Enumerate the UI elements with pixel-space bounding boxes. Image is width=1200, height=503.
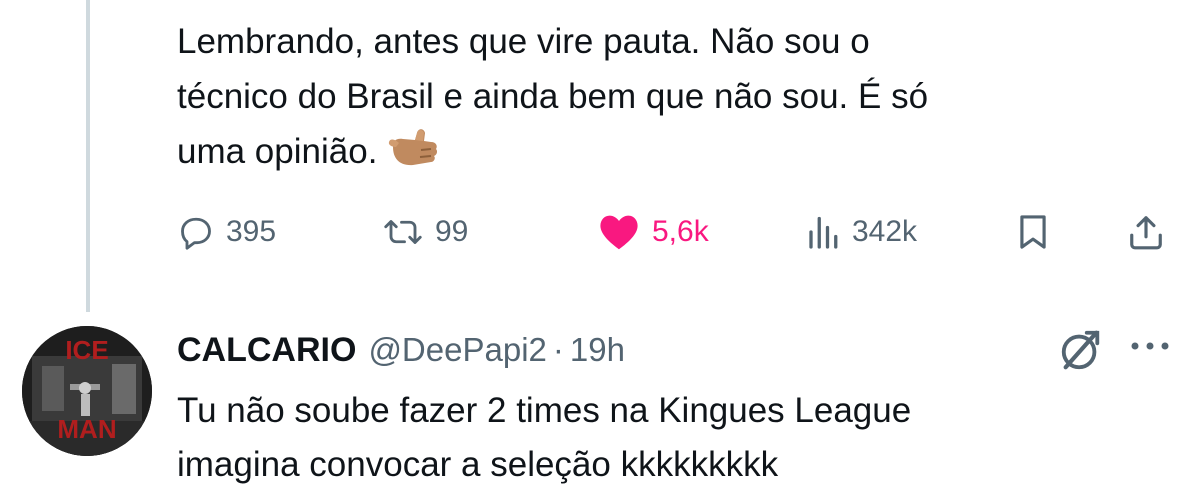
call-me-hand-icon (387, 125, 443, 187)
post-time[interactable]: 19h (570, 331, 625, 369)
tweet-text-line: técnico do Brasil e ainda bem que não so… (177, 77, 929, 116)
views-button[interactable]: 342k (806, 210, 917, 254)
retweet-icon (383, 214, 423, 250)
reply-text-line: Tu não soube fazer 2 times na Kingues Le… (177, 391, 912, 430)
author-name[interactable]: CALCARIO (177, 331, 356, 370)
reply-button[interactable]: 395 (178, 210, 276, 254)
share-button[interactable] (1127, 210, 1165, 254)
tweet-text-line: Lembrando, antes que vire pauta. Não sou… (177, 22, 870, 61)
views-count: 342k (852, 215, 918, 248)
tweet-text-line-content: uma opinião. (177, 132, 378, 171)
bookmark-icon (1017, 213, 1049, 251)
tweet-text-line: uma opinião. (177, 124, 1057, 187)
more-options-icon[interactable] (1128, 338, 1172, 359)
separator-dot: · (552, 331, 564, 368)
grok-icon[interactable] (1058, 327, 1104, 378)
reply-icon (178, 214, 214, 250)
tweet-text: Lembrando, antes que vire pauta. Não sou… (177, 14, 1057, 187)
avatar[interactable]: ICE MAN (22, 326, 152, 456)
reply-text-line: imagina convocar a seleção kkkkkkkkk (177, 445, 779, 484)
reply-text: Tu não soube fazer 2 times na Kingues Le… (177, 384, 1157, 492)
avatar-text-bottom: MAN (57, 414, 116, 444)
like-count: 5,6k (652, 215, 709, 248)
analytics-icon (806, 214, 840, 250)
retweet-count: 99 (435, 215, 469, 248)
avatar-text-top: ICE (65, 335, 108, 365)
bookmark-button[interactable] (1017, 210, 1049, 254)
thread-line (86, 0, 90, 312)
share-icon (1127, 213, 1165, 251)
author-handle[interactable]: @DeePapi2 (368, 331, 546, 369)
like-button[interactable]: 5,6k (598, 210, 709, 254)
reply-header: CALCARIO @DeePapi2 · 19h (177, 326, 625, 374)
retweet-button[interactable]: 99 (383, 210, 468, 254)
reply-count: 395 (226, 215, 277, 248)
heart-icon (598, 213, 640, 251)
